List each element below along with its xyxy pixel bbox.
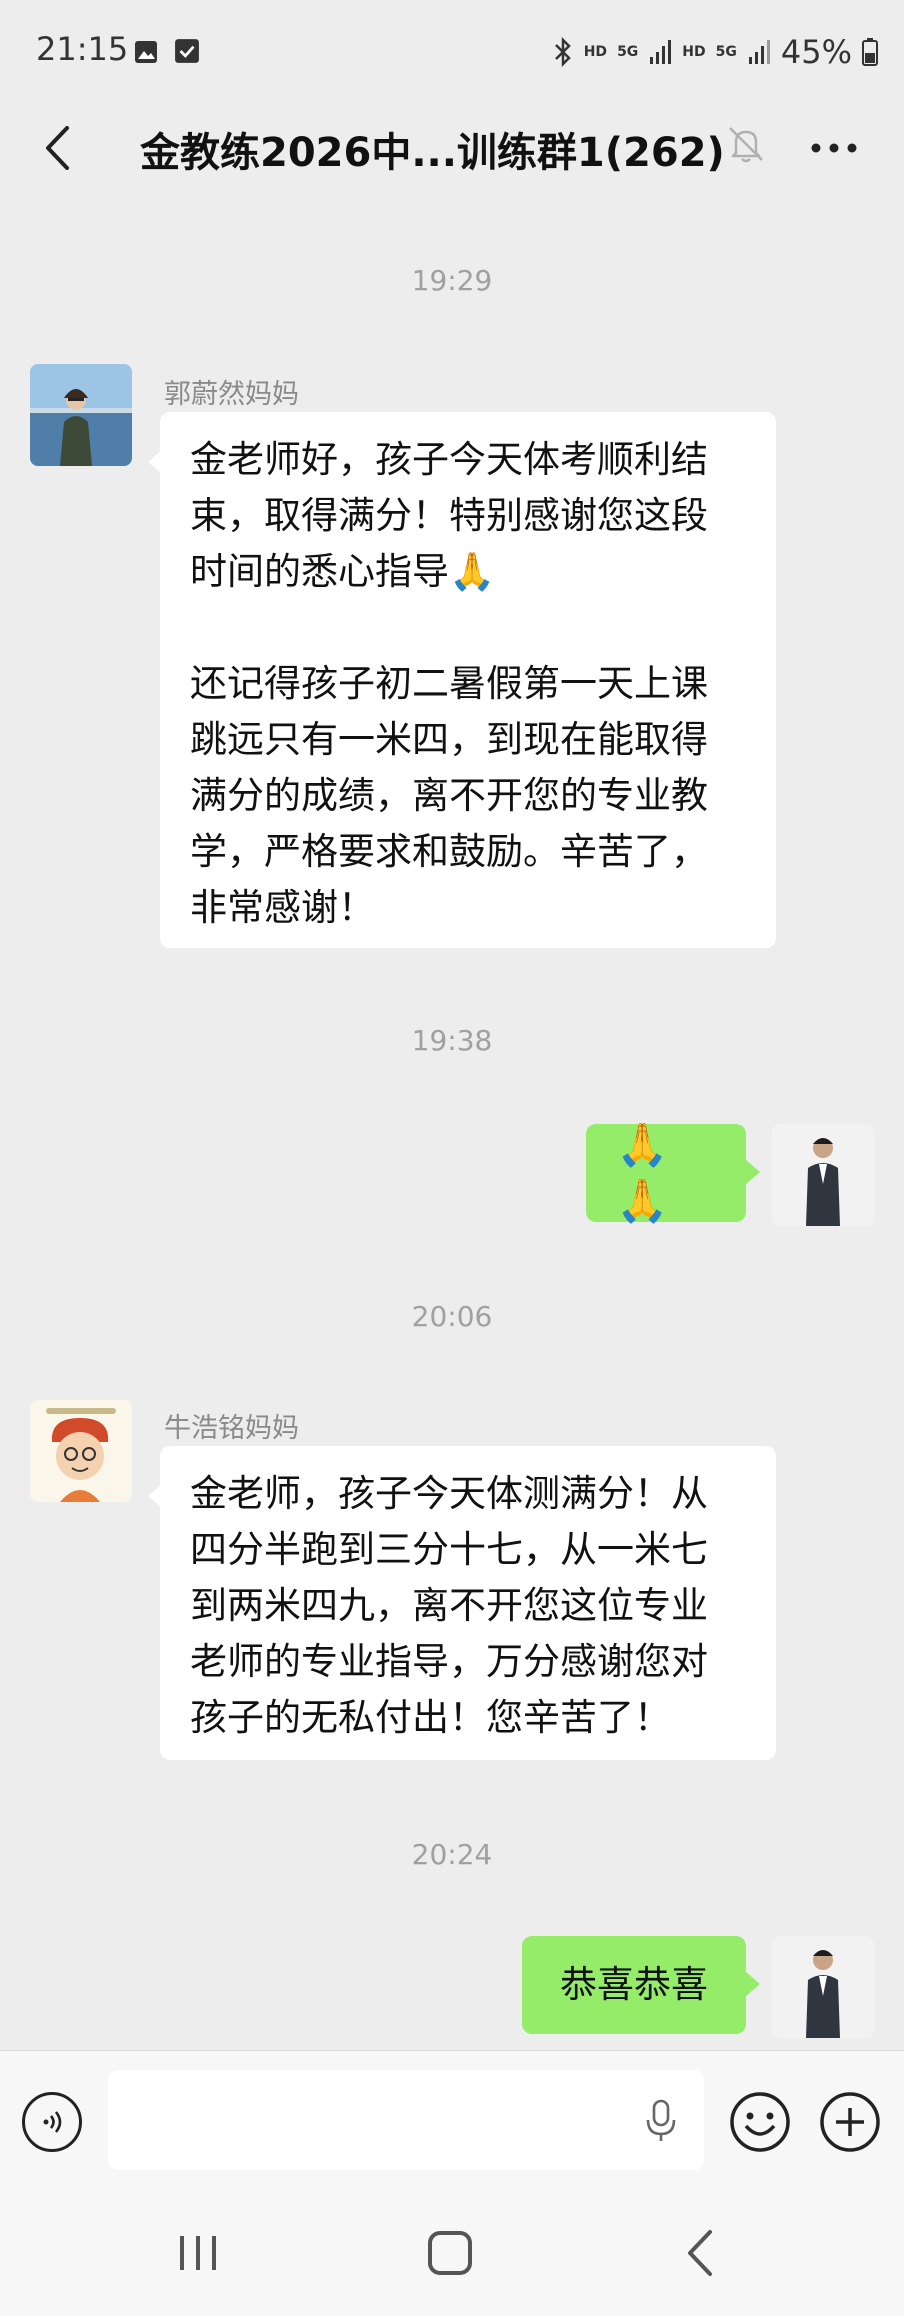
timestamp: 19:38 [411,1024,493,1057]
avatar[interactable] [772,1936,874,2038]
recent-apps-icon[interactable] [168,2226,228,2280]
avatar-image [30,364,132,466]
status-time: 21:15 [36,30,129,68]
status-indicators: HD 5G HD 5G 45% [552,30,878,74]
message-line: 时间的悉心指导🙏 [190,550,496,593]
microphone-icon[interactable] [644,2098,678,2144]
sender-name: 牛浩铭妈妈 [164,1413,299,1444]
message-line: 到两米四九，离不开您这位专业 [190,1584,708,1627]
message-line: 孩子的无私付出！您辛苦了！ [190,1696,671,1739]
chat-title: 金教练2026中...训练群1(262) [140,130,725,176]
message-text: 恭喜恭喜 [560,1963,708,2006]
timestamp: 20:24 [411,1838,493,1871]
bubble-tail [746,1160,760,1184]
message-line: 老师的专业指导，万分感谢您对 [190,1640,708,1683]
message-line: 非常感谢！ [190,886,375,929]
message-bubble[interactable]: 恭喜恭喜 [522,1936,746,2034]
avatar-image [30,1400,132,1502]
message-bubble[interactable]: 金老师，孩子今天体测满分！从 四分半跑到三分十七，从一米七 到两米四九，离不开您… [160,1446,776,1760]
nav-back-icon[interactable] [672,2226,732,2280]
network-label: 5G [715,44,737,60]
message-line: 学，严格要求和鼓励。辛苦了， [190,830,708,873]
timestamp: 20:06 [411,1300,493,1333]
signal-icon [650,40,672,64]
status-bar: 21:15 HD 5G HD 5G 45% [0,0,904,110]
bell-muted-icon [729,127,763,163]
sender-name: 郭蔚然妈妈 [164,379,299,410]
gallery-icon [135,41,157,63]
message-line: 金老师，孩子今天体测满分！从 [190,1472,708,1515]
avatar[interactable] [772,1124,874,1226]
bubble-tail [746,1972,760,1996]
chevron-left-icon [46,126,69,170]
voice-wave-icon [43,2111,62,2133]
timestamp: 19:29 [411,264,493,297]
avatar[interactable] [30,1400,132,1502]
home-icon[interactable] [420,2226,480,2280]
paragraph-break [190,600,746,656]
battery-icon [862,38,878,66]
message-input[interactable] [108,2070,704,2170]
check-square-icon [175,39,199,63]
network-label: 5G [617,44,639,60]
message-line: 束，取得满分！特别感谢您这段 [190,494,708,537]
signal-icon [748,40,770,64]
network-label: HD [682,44,706,60]
message-text: 🙏🙏 [616,1120,669,1225]
more-button[interactable] [806,128,862,168]
more-dots-icon [811,143,857,153]
voice-toggle-button[interactable] [22,2092,82,2152]
plus-circle-icon[interactable] [818,2090,882,2154]
battery-percent: 45% [780,33,852,71]
message-line: 金老师好，孩子今天体考顺利结 [190,438,708,481]
message-line: 还记得孩子初二暑假第一天上课 [190,662,708,705]
message-bubble[interactable]: 金老师好，孩子今天体考顺利结 束，取得满分！特别感谢您这段 时间的悉心指导🙏 还… [160,412,776,948]
avatar[interactable] [30,364,132,466]
avatar-image [772,1936,874,2038]
message-bubble[interactable]: 🙏🙏 [586,1120,746,1225]
message-line: 四分半跑到三分十七，从一米七 [190,1528,708,1571]
bluetooth-icon [554,37,571,67]
back-button[interactable] [32,118,82,178]
smile-icon[interactable] [728,2090,792,2154]
message-line: 满分的成绩，离不开您的专业教 [190,774,708,817]
message-line: 跳远只有一米四，到现在能取得 [190,718,708,761]
network-label: HD [583,44,608,60]
avatar-image [772,1124,874,1226]
